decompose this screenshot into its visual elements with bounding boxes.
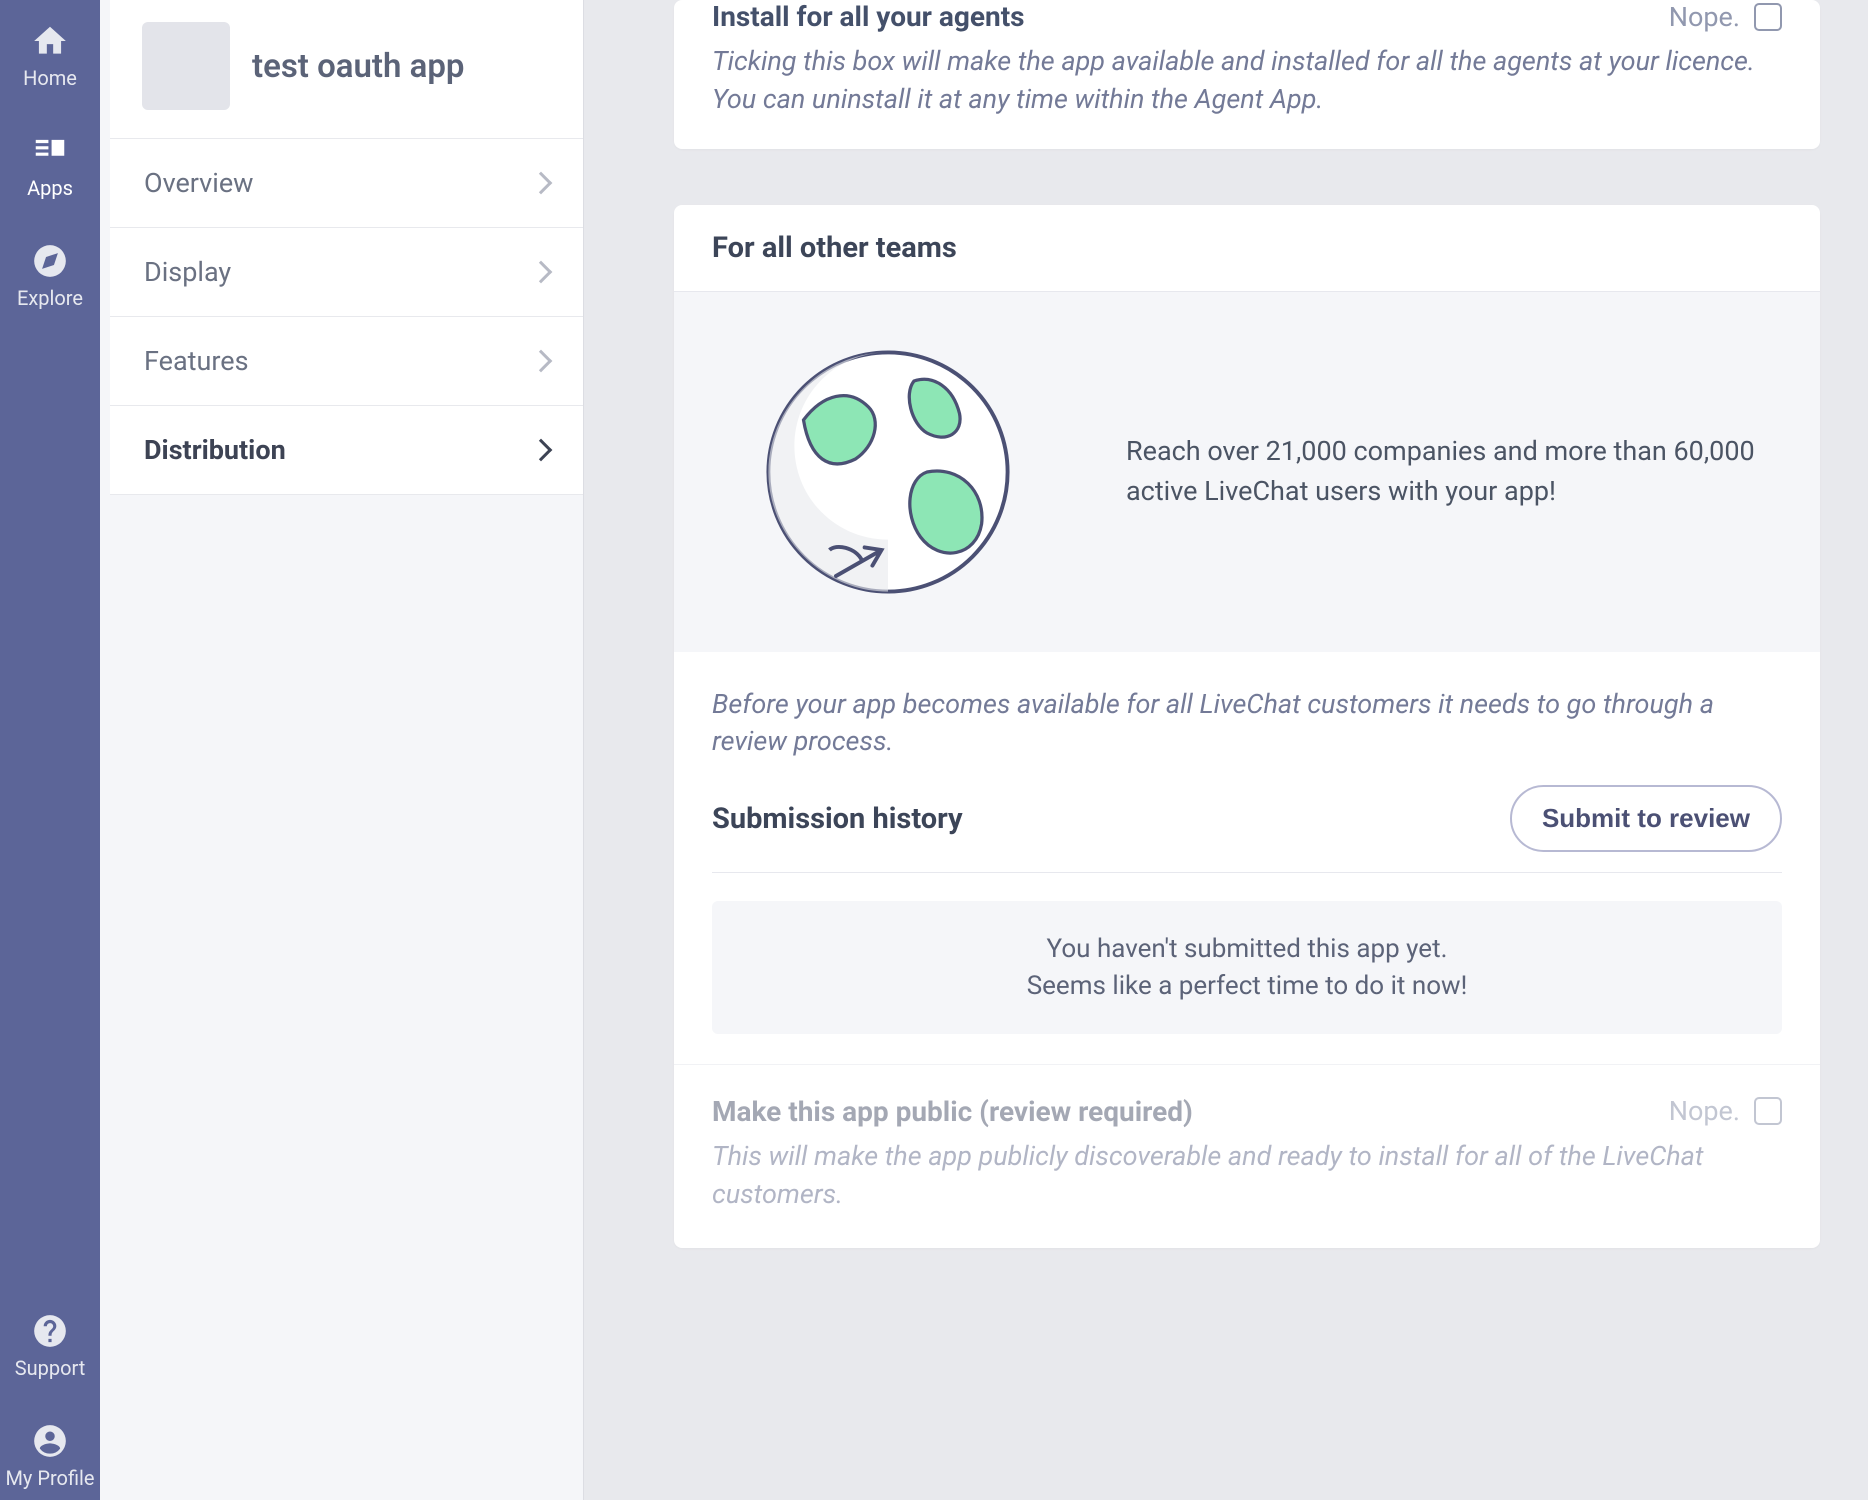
profile-icon [31,1422,69,1460]
nav-support-label: Support [15,1356,86,1380]
sidebar-item-display[interactable]: Display [110,228,583,317]
teams-hero: Reach over 21,000 companies and more tha… [674,292,1820,652]
sidebar-item-distribution[interactable]: Distribution [110,406,583,495]
nav-apps[interactable]: Apps [0,128,100,204]
submission-history-title: Submission history [712,802,963,836]
install-card-title: Install for all your agents [712,0,1025,33]
review-hint: Before your app becomes available for al… [712,686,1782,762]
empty-line-2: Seems like a perfect time to do it now! [732,968,1762,1004]
chevron-right-icon [530,172,553,195]
review-block: Before your app becomes available for al… [674,652,1820,1064]
install-hint: Ticking this box will make the app avail… [712,43,1782,119]
app-sidebar: test oauth app Overview Display Features… [100,0,584,1500]
nav-home[interactable]: Home [0,18,100,94]
chevron-right-icon [530,439,553,462]
app-header: test oauth app [110,0,583,139]
help-icon [31,1312,69,1350]
other-teams-card: For all other teams Reach over 21,000 co… [674,205,1820,1248]
install-checkbox[interactable] [1754,3,1782,31]
nav-profile-label: My Profile [5,1466,94,1490]
public-checkbox[interactable] [1754,1097,1782,1125]
sidebar-item-features[interactable]: Features [110,317,583,406]
nav-explore[interactable]: Explore [0,238,100,314]
nav-home-label: Home [23,66,77,90]
sidebar-menu: Overview Display Features Distribution [110,139,583,495]
sidebar-item-overview[interactable]: Overview [110,139,583,228]
make-public-section: Make this app public (review required) N… [674,1064,1820,1248]
app-icon-placeholder [142,22,230,110]
install-toggle-label: Nope. [1669,1,1740,33]
globe-icon [758,342,1018,602]
empty-line-1: You haven't submitted this app yet. [732,931,1762,967]
home-icon [31,22,69,60]
sidebar-item-label: Display [144,256,231,288]
make-public-title: Make this app public (review required) [712,1095,1193,1128]
submission-empty-state: You haven't submitted this app yet. Seem… [712,901,1782,1034]
public-hint: This will make the app publicly discover… [712,1138,1782,1214]
sidebar-item-label: Overview [144,167,253,199]
sidebar-item-label: Distribution [144,434,286,466]
chevron-right-icon [530,261,553,284]
chevron-right-icon [530,350,553,373]
apps-icon [31,132,69,170]
compass-icon [31,242,69,280]
nav-profile[interactable]: My Profile [0,1418,100,1494]
nav-support[interactable]: Support [0,1308,100,1384]
main-content: Install for all your agents Nope. Tickin… [584,0,1868,1500]
teams-card-title: For all other teams [712,231,1782,265]
nav-explore-label: Explore [17,286,83,310]
install-agents-card: Install for all your agents Nope. Tickin… [674,0,1820,149]
public-toggle-label: Nope. [1669,1095,1740,1127]
submit-to-review-button[interactable]: Submit to review [1510,785,1782,852]
teams-hero-text: Reach over 21,000 companies and more tha… [1126,432,1766,510]
sidebar-item-label: Features [144,345,249,377]
globe-illustration [728,342,1048,602]
nav-apps-label: Apps [27,176,73,200]
global-nav: Home Apps Explore Support My Profile [0,0,100,1500]
app-title: test oauth app [252,47,464,86]
